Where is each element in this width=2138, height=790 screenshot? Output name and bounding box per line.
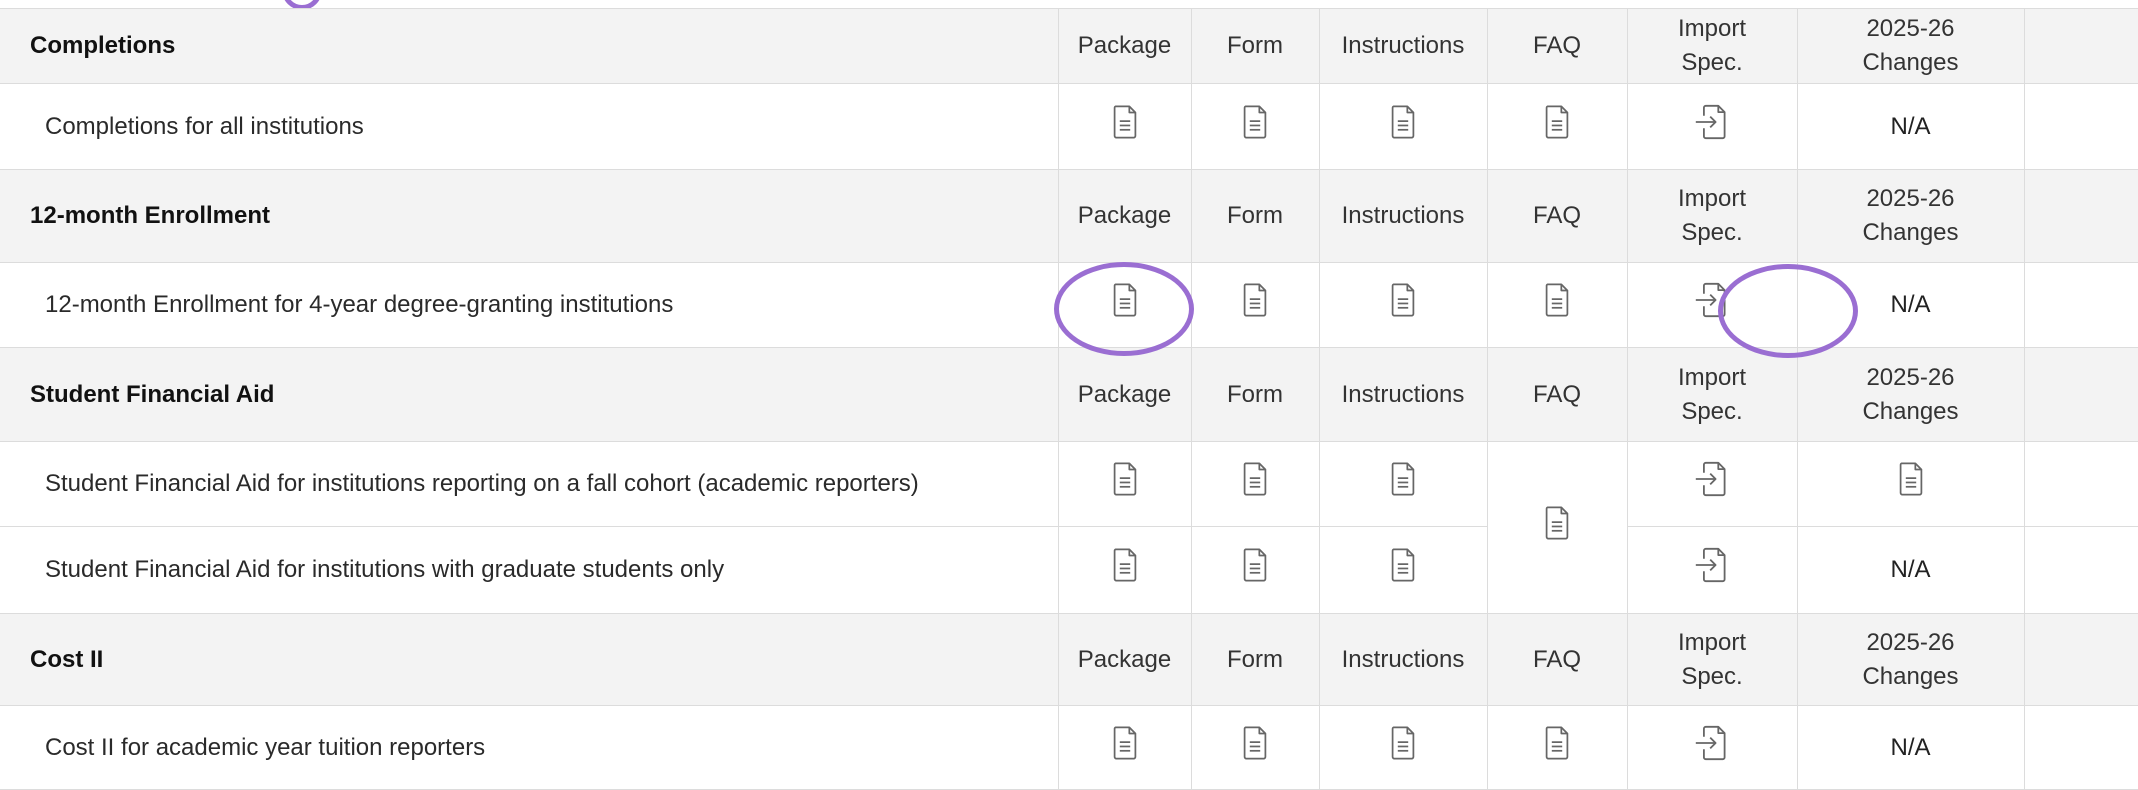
- instructions-link[interactable]: [1318, 262, 1488, 348]
- form-link[interactable]: [1190, 83, 1320, 170]
- import-spec-header: Import Spec.: [1626, 613, 1798, 706]
- section-header-cost-ii: Cost II Package Form Instructions FAQ Im…: [0, 613, 2138, 706]
- document-icon[interactable]: [1544, 505, 1570, 541]
- package-header: Package: [1057, 169, 1192, 263]
- changes-value: N/A: [1796, 83, 2025, 170]
- instructions-header: Instructions: [1318, 8, 1488, 84]
- section-header-student-financial-aid: Student Financial Aid Package Form Instr…: [0, 347, 2138, 442]
- document-icon[interactable]: [1112, 725, 1138, 761]
- import-spec-link[interactable]: [1626, 262, 1798, 348]
- table-row: Student Financial Aid for institutions w…: [0, 526, 2138, 614]
- faq-link[interactable]: [1486, 262, 1628, 348]
- document-icon[interactable]: [1390, 725, 1416, 761]
- import-spec-link[interactable]: [1626, 705, 1798, 790]
- document-icon[interactable]: [1544, 725, 1570, 761]
- import-spec-header: Import Spec.: [1626, 169, 1798, 263]
- form-header: Form: [1190, 347, 1320, 442]
- table-row: Cost II for academic year tuition report…: [0, 705, 2138, 790]
- package-link[interactable]: [1057, 262, 1192, 348]
- form-link[interactable]: [1190, 526, 1320, 614]
- document-icon[interactable]: [1242, 282, 1268, 318]
- import-spec-link[interactable]: [1626, 526, 1798, 614]
- section-title: Cost II: [0, 613, 1059, 706]
- section-title: Student Financial Aid: [0, 347, 1059, 442]
- table-row: Completions for all institutions N/A: [0, 83, 2138, 170]
- instructions-header: Instructions: [1318, 347, 1488, 442]
- package-link[interactable]: [1057, 705, 1192, 790]
- package-header: Package: [1057, 613, 1192, 706]
- form-link[interactable]: [1190, 705, 1320, 790]
- document-icon[interactable]: [1112, 104, 1138, 140]
- faq-link[interactable]: [1486, 83, 1628, 170]
- document-icon[interactable]: [1544, 282, 1570, 318]
- instructions-header: Instructions: [1318, 169, 1488, 263]
- document-icon[interactable]: [1242, 547, 1268, 583]
- instructions-link[interactable]: [1318, 441, 1488, 527]
- import-spec-icon[interactable]: [1694, 461, 1730, 497]
- document-icon[interactable]: [1544, 104, 1570, 140]
- document-icon[interactable]: [1112, 547, 1138, 583]
- document-icon[interactable]: [1898, 461, 1924, 497]
- section-title: 12-month Enrollment: [0, 169, 1059, 263]
- changes-value: N/A: [1796, 262, 2025, 348]
- form-header: Form: [1190, 613, 1320, 706]
- document-icon[interactable]: [1390, 547, 1416, 583]
- table-row: 12-month Enrollment for 4-year degree-gr…: [0, 262, 2138, 348]
- section-header-completions: Completions Package Form Instructions FA…: [0, 8, 2138, 84]
- faq-header: FAQ: [1486, 347, 1628, 442]
- import-spec-icon[interactable]: [1694, 547, 1730, 583]
- document-icon[interactable]: [1112, 461, 1138, 497]
- instructions-link[interactable]: [1318, 526, 1488, 614]
- row-label: Student Financial Aid for institutions w…: [0, 526, 1059, 614]
- row-label: 12-month Enrollment for 4-year degree-gr…: [0, 262, 1059, 348]
- instructions-link[interactable]: [1318, 83, 1488, 170]
- form-link[interactable]: [1190, 441, 1320, 527]
- document-icon[interactable]: [1390, 461, 1416, 497]
- import-spec-icon[interactable]: [1694, 282, 1730, 318]
- instructions-link[interactable]: [1318, 705, 1488, 790]
- changes-header: 2025-26 Changes: [1796, 8, 2025, 84]
- package-link[interactable]: [1057, 441, 1192, 527]
- document-icon[interactable]: [1242, 104, 1268, 140]
- import-spec-link[interactable]: [1626, 83, 1798, 170]
- faq-link[interactable]: [1486, 705, 1628, 790]
- section-header-12-month-enrollment: 12-month Enrollment Package Form Instruc…: [0, 169, 2138, 263]
- form-header: Form: [1190, 169, 1320, 263]
- document-icon[interactable]: [1390, 104, 1416, 140]
- changes-header: 2025-26 Changes: [1796, 347, 2025, 442]
- package-link[interactable]: [1057, 83, 1192, 170]
- form-header: Form: [1190, 8, 1320, 84]
- faq-link[interactable]: [1486, 441, 1628, 614]
- document-icon[interactable]: [1242, 725, 1268, 761]
- package-header: Package: [1057, 8, 1192, 84]
- row-label: Cost II for academic year tuition report…: [0, 705, 1059, 790]
- import-spec-header: Import Spec.: [1626, 8, 1798, 84]
- section-title: Completions: [0, 8, 1059, 84]
- faq-header: FAQ: [1486, 169, 1628, 263]
- row-label: Student Financial Aid for institutions r…: [0, 441, 1059, 527]
- faq-header: FAQ: [1486, 8, 1628, 84]
- changes-header: 2025-26 Changes: [1796, 169, 2025, 263]
- changes-value: N/A: [1796, 526, 2025, 614]
- row-label: Completions for all institutions: [0, 83, 1059, 170]
- faq-header: FAQ: [1486, 613, 1628, 706]
- changes-header: 2025-26 Changes: [1796, 613, 2025, 706]
- survey-components-table: Completions Package Form Instructions FA…: [0, 8, 2138, 790]
- instructions-header: Instructions: [1318, 613, 1488, 706]
- package-header: Package: [1057, 347, 1192, 442]
- document-icon[interactable]: [1390, 282, 1416, 318]
- import-spec-header: Import Spec.: [1626, 347, 1798, 442]
- document-icon[interactable]: [1112, 282, 1138, 318]
- changes-link[interactable]: [1796, 441, 2025, 527]
- document-icon[interactable]: [1242, 461, 1268, 497]
- form-link[interactable]: [1190, 262, 1320, 348]
- import-spec-icon[interactable]: [1694, 104, 1730, 140]
- import-spec-link[interactable]: [1626, 441, 1798, 527]
- package-link[interactable]: [1057, 526, 1192, 614]
- table-row: Student Financial Aid for institutions r…: [0, 441, 2138, 614]
- changes-value: N/A: [1796, 705, 2025, 790]
- import-spec-icon[interactable]: [1694, 725, 1730, 761]
